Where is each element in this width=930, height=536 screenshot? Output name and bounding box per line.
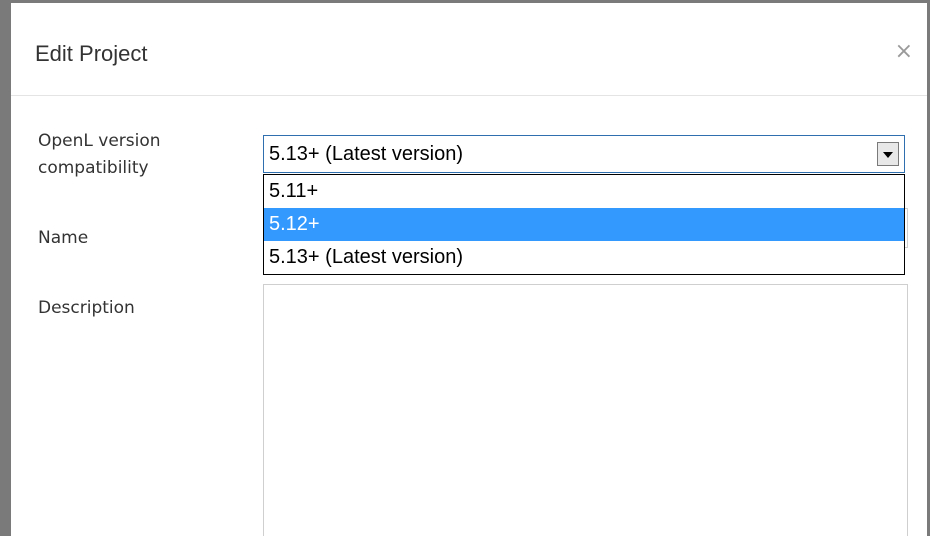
edit-project-dialog: Edit Project × OpenL version compatibili…	[11, 3, 927, 536]
chevron-down-icon[interactable]	[877, 142, 899, 166]
compatibility-dropdown-list: 5.11+ 5.12+ 5.13+ (Latest version)	[263, 174, 905, 275]
dropdown-option[interactable]: 5.11+	[264, 175, 904, 208]
name-label: Name	[38, 228, 89, 248]
compatibility-label: OpenL version compatibility	[38, 131, 161, 178]
compatibility-selected-value: 5.13+ (Latest version)	[269, 143, 463, 165]
window-frame: Edit Project × OpenL version compatibili…	[0, 0, 930, 536]
dropdown-option[interactable]: 5.12+	[264, 208, 904, 241]
dialog-header: Edit Project ×	[11, 3, 927, 96]
dropdown-option[interactable]: 5.13+ (Latest version)	[264, 241, 904, 274]
compatibility-select[interactable]: 5.13+ (Latest version)	[263, 135, 905, 173]
description-textarea[interactable]	[263, 284, 908, 536]
dialog-title: Edit Project	[35, 41, 148, 66]
close-icon[interactable]: ×	[895, 39, 913, 64]
description-label: Description	[38, 298, 135, 318]
